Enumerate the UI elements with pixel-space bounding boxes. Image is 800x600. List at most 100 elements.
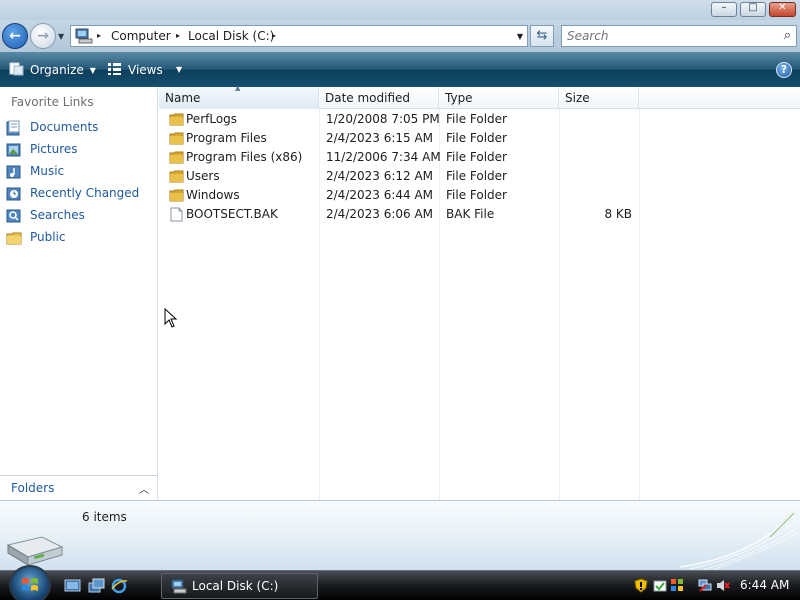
nav-link-music[interactable]: Music (6, 162, 156, 182)
nav-link-public[interactable]: Public (6, 228, 156, 248)
item-count: 6 items (82, 510, 127, 524)
file-type: File Folder (446, 112, 507, 126)
folders-label: Folders (11, 481, 55, 495)
search-icon[interactable]: ⌕ (784, 28, 791, 43)
address-dropdown-icon[interactable]: ▼ (517, 32, 523, 41)
update-icon[interactable] (653, 578, 667, 593)
clock[interactable]: 6:44 AM (740, 578, 789, 592)
folder-icon (169, 151, 184, 164)
nav-link-label: Recently Changed (30, 186, 140, 200)
computer-icon (75, 28, 93, 44)
folder-icon (169, 113, 184, 126)
views-dropdown-icon[interactable]: ▼ (170, 62, 182, 76)
windows-logo-icon (22, 578, 38, 591)
taskbar-button-local-disk[interactable]: Local Disk (C:) (161, 573, 318, 599)
column-header-label: Date modified (325, 91, 411, 105)
file-date-modified: 2/4/2023 6:15 AM (326, 131, 434, 145)
address-bar[interactable]: ▸ Computer ▸ Local Disk (C:) ▸ ▼ (70, 25, 528, 47)
file-type: File Folder (446, 188, 507, 202)
volume-muted-icon[interactable] (716, 578, 730, 593)
table-row[interactable]: BOOTSECT.BAK 2/4/2023 6:06 AM BAK File 8 KB (159, 205, 639, 224)
folders-toggle[interactable]: Folders ︿ (0, 475, 157, 500)
nav-link-documents[interactable]: Documents (6, 118, 156, 138)
nav-link-label: Searches (30, 208, 85, 222)
show-desktop-icon[interactable] (64, 578, 81, 594)
close-icon: ✕ (778, 2, 787, 13)
nav-link-searches[interactable]: Searches (6, 206, 156, 226)
file-type: BAK File (446, 207, 495, 221)
navigation-pane: Favorite Links Documents Pictures Music … (0, 87, 158, 500)
nav-link-label: Documents (30, 120, 99, 134)
switch-windows-icon[interactable] (88, 578, 105, 594)
table-row[interactable]: Program Files 2/4/2023 6:15 AM File Folder (159, 129, 639, 148)
file-date-modified: 2/4/2023 6:06 AM (326, 207, 434, 221)
recent-pages-dropdown[interactable]: ▼ (58, 32, 64, 41)
file-name: Users (186, 169, 220, 183)
decorative-swoosh (679, 512, 799, 570)
file-name: Program Files (x86) (186, 150, 303, 164)
search-input[interactable] (562, 26, 772, 46)
public-folder-icon (6, 232, 22, 245)
internet-explorer-icon[interactable] (111, 578, 128, 594)
nav-link-label: Music (30, 164, 65, 178)
column-header-label: Type (445, 91, 473, 105)
file-name: BOOTSECT.BAK (186, 207, 278, 221)
column-header-name[interactable]: ▲ Name (159, 84, 319, 109)
views-button[interactable]: Views (107, 62, 163, 77)
file-list: ▲ Name Date modified Type Size PerfLogs 1… (159, 84, 800, 500)
title-bar: – □ ✕ (0, 0, 800, 20)
organize-dropdown-icon: ▼ (89, 66, 96, 75)
file-type: File Folder (446, 150, 507, 164)
column-header-date-modified[interactable]: Date modified (319, 87, 439, 109)
breadcrumb-separator[interactable]: ▸ (176, 31, 180, 40)
forward-arrow-icon: → (37, 28, 49, 44)
taskbar-button-label: Local Disk (C:) (192, 579, 279, 593)
table-row[interactable]: Program Files (x86) 11/2/2006 7:34 AM File… (159, 148, 639, 167)
organize-label: Organize (30, 63, 84, 77)
start-button[interactable] (9, 565, 51, 600)
nav-link-recently-changed[interactable]: Recently Changed (6, 184, 156, 204)
close-button[interactable]: ✕ (769, 2, 796, 17)
breadcrumb-separator[interactable]: ▸ (272, 31, 276, 40)
network-disconnected-icon[interactable] (698, 578, 712, 593)
help-icon: ? (780, 63, 788, 76)
address-row: ← → ▼ ▸ Computer ▸ Local Disk (C:) ▸ ▼ ⇆… (0, 20, 800, 52)
breadcrumb-local-disk[interactable]: Local Disk (C:) (188, 29, 274, 43)
forward-button[interactable]: → (30, 23, 56, 49)
windows-update-icon[interactable] (670, 578, 684, 593)
search-box[interactable]: ⌕ (561, 25, 797, 47)
nav-link-label: Public (30, 230, 66, 244)
table-row[interactable]: Windows 2/4/2023 6:44 AM File Folder (159, 186, 639, 205)
file-type: File Folder (446, 169, 507, 183)
column-divider (639, 109, 640, 500)
column-header-label: Size (565, 91, 590, 105)
nav-link-pictures[interactable]: Pictures (6, 140, 156, 160)
computer-icon (171, 579, 187, 594)
views-icon (108, 63, 121, 75)
column-header-label: Name (165, 91, 201, 105)
hard-drive-icon (6, 536, 64, 566)
breadcrumb-computer[interactable]: Computer (111, 29, 171, 43)
security-shield-icon[interactable] (634, 578, 648, 593)
organize-button[interactable]: Organize ▼ (9, 62, 96, 77)
table-row[interactable]: PerfLogs 1/20/2008 7:05 PM File Folder (159, 110, 639, 129)
favorite-links-heading: Favorite Links (11, 95, 94, 109)
help-button[interactable]: ? (776, 62, 792, 78)
folder-icon (169, 132, 184, 145)
breadcrumb-separator[interactable]: ▸ (97, 31, 101, 40)
file-size: 8 KB (604, 207, 632, 221)
column-header-type[interactable]: Type (439, 87, 559, 109)
column-header-size[interactable]: Size (559, 87, 639, 109)
table-row[interactable]: Users 2/4/2023 6:12 AM File Folder (159, 167, 639, 186)
file-date-modified: 2/4/2023 6:12 AM (326, 169, 434, 183)
back-arrow-icon: ← (9, 28, 21, 44)
system-tray: 6:44 AM (630, 573, 800, 599)
refresh-button[interactable]: ⇆ (530, 25, 554, 47)
maximize-button[interactable]: □ (740, 2, 766, 17)
minimize-button[interactable]: – (711, 2, 737, 17)
file-date-modified: 2/4/2023 6:44 AM (326, 188, 434, 202)
back-button[interactable]: ← (2, 23, 28, 49)
file-name: Program Files (186, 131, 267, 145)
documents-icon (6, 120, 20, 136)
file-date-modified: 1/20/2008 7:05 PM (326, 112, 440, 126)
